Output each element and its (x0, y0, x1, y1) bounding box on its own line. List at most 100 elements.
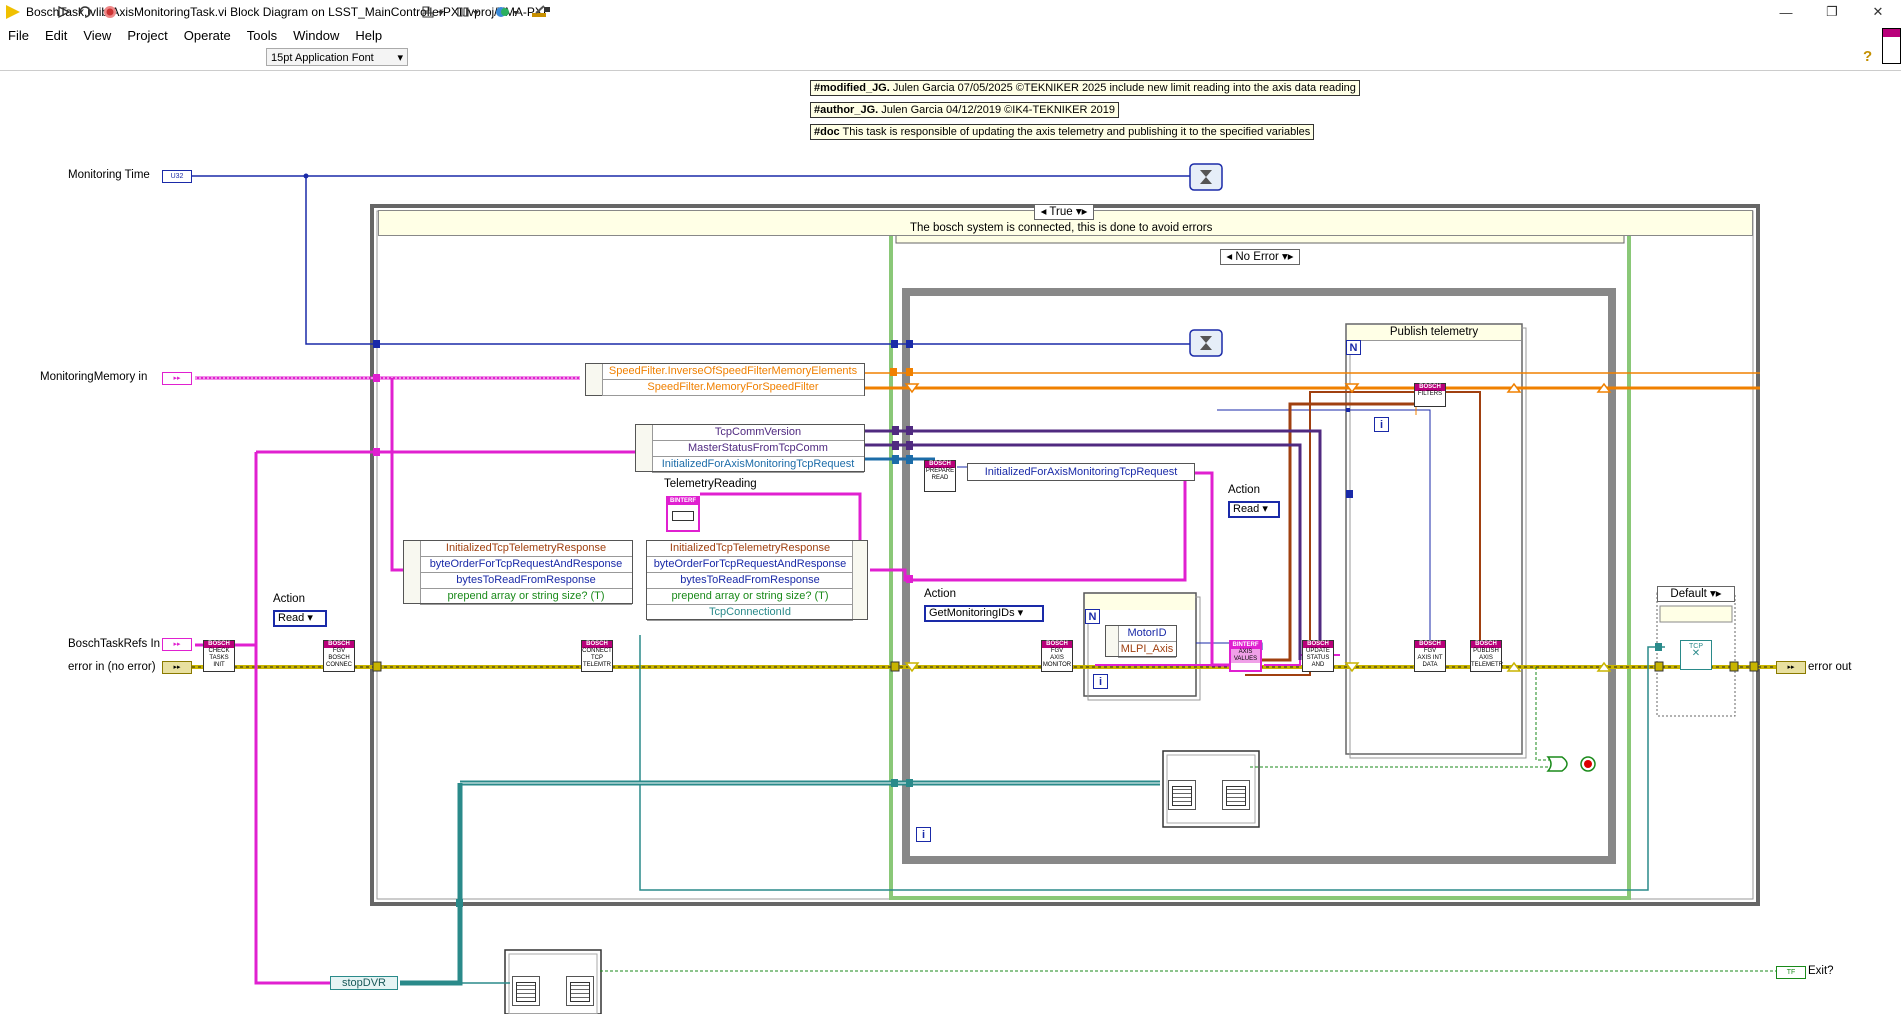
right-bundle-by-name[interactable]: InitializedTcpTelemetryResponse byteOrde… (646, 540, 868, 621)
left-byte-order[interactable]: byteOrderForTcpRequestAndResponse (420, 557, 632, 573)
reorder-icon[interactable] (493, 3, 521, 21)
left-init-tcp-response[interactable]: InitializedTcpTelemetryResponse (420, 541, 632, 557)
or-gate-icon[interactable] (1546, 756, 1568, 772)
fgv-bosch-connect-subvi[interactable]: BOSCH FGV BOSCH CONNEC (323, 640, 355, 672)
action2-value: Read (1233, 503, 1260, 515)
check-tasks-init-subvi[interactable]: BOSCH CHECK TASKS INIT (203, 640, 235, 672)
dvr-read-icon-outer[interactable] (512, 976, 540, 1006)
axis-values-subvi[interactable]: BINTERF AXIS VALUES (1229, 640, 1262, 672)
exit-terminal[interactable]: TF (1776, 966, 1806, 979)
left-bundle-by-name[interactable]: InitializedTcpTelemetryResponse byteOrde… (403, 540, 633, 605)
restore-button[interactable]: ❐ (1809, 0, 1855, 24)
right-byte-order[interactable]: byteOrderForTcpRequestAndResponse (647, 557, 853, 573)
chevron-down-icon: ▾ (397, 52, 403, 64)
menu-project[interactable]: Project (119, 28, 175, 43)
motor-unbundle[interactable]: MotorID MLPI_Axis (1105, 625, 1177, 658)
comment-modified[interactable]: #modified_JG. Julen Garcia 07/05/2025 ©T… (810, 80, 1360, 96)
init-request-field[interactable]: InitializedForAxisMonitoringTcpRequest (968, 464, 1194, 480)
right-prepend-size[interactable]: prepend array or string size? (T) (647, 589, 853, 605)
bosch-task-refs-terminal[interactable]: ▸▸ (162, 638, 192, 651)
menu-operate[interactable]: Operate (176, 28, 239, 43)
speed-filter-memory[interactable]: SpeedFilter.MemoryForSpeedFilter (602, 380, 864, 396)
comment-author[interactable]: #author_JG. Julen Garcia 04/12/2019 ©IK4… (810, 102, 1119, 118)
monitoring-time-terminal[interactable]: U32 (162, 170, 192, 183)
mlpi-axis-field[interactable]: MLPI_Axis (1118, 642, 1176, 658)
dvr-write-icon[interactable] (1222, 780, 1250, 810)
menu-file[interactable]: File (0, 28, 37, 43)
run-continuous-icon[interactable] (76, 3, 94, 21)
error-out-terminal[interactable]: ▸▸ (1776, 661, 1806, 674)
vi-icon-header (1883, 29, 1900, 37)
subvi-line: FILTERS (1417, 391, 1443, 397)
run-arrow-icon[interactable] (56, 3, 72, 21)
subvi-line: CHECK (208, 648, 230, 654)
filters-subvi[interactable]: BOSCH FILTERS (1414, 383, 1446, 407)
telemetry-reading-constant[interactable]: BINTERF (666, 496, 700, 532)
wait-ms-icon[interactable] (1189, 329, 1223, 357)
cleanup-icon[interactable] (529, 3, 553, 21)
align-icon[interactable] (420, 3, 446, 21)
stop-dvr-node[interactable]: stopDVR (330, 976, 398, 990)
unbundle-input-icon (586, 364, 603, 395)
init-request-bundle[interactable]: InitializedForAxisMonitoringTcpRequest (967, 463, 1195, 481)
help-icon[interactable]: ? (1863, 48, 1872, 65)
action2-enum[interactable]: Read ▾ (1228, 501, 1280, 518)
right-bytes-to-read[interactable]: bytesToReadFromResponse (647, 573, 853, 589)
publish-loop-count-n[interactable]: N (1346, 340, 1361, 355)
subvi-line: PREPARE (925, 468, 955, 474)
menu-window[interactable]: Window (285, 28, 347, 43)
fgv-axis-data-subvi[interactable]: BOSCH FGV AXIS INT DATA (1414, 640, 1446, 672)
right-init-tcp-response[interactable]: InitializedTcpTelemetryResponse (647, 541, 853, 557)
connect-tcp-telemetry-subvi[interactable]: BOSCH CONNECT TCP TELEMTR (581, 640, 613, 672)
while-loop-iteration-i[interactable]: i (916, 827, 931, 842)
right-case-selector-value: Default (1670, 588, 1707, 600)
wait-ms-icon[interactable] (1189, 163, 1223, 191)
left-bytes-to-read[interactable]: bytesToReadFromResponse (420, 573, 632, 589)
left-prepend-size[interactable]: prepend array or string size? (T) (420, 589, 632, 605)
subvi-line: TELEMTR (582, 662, 611, 668)
prepare-read-subvi[interactable]: BOSCH PREPARE READ (924, 460, 956, 492)
cluster-icon (672, 511, 694, 521)
outer-case-selector[interactable]: ◂ True ▾▸ (1034, 204, 1094, 220)
motor-loop-count-n[interactable]: N (1085, 609, 1100, 624)
initialized-monitoring-request[interactable]: InitializedForAxisMonitoringTcpRequest (652, 457, 864, 473)
tcp-close-subvi[interactable]: TCP ✕ (1680, 640, 1712, 670)
abort-icon[interactable] (102, 3, 118, 21)
menu-view[interactable]: View (75, 28, 119, 43)
comment-doc[interactable]: #doc This task is responsible of updatin… (810, 124, 1315, 140)
minimize-button[interactable]: — (1763, 0, 1809, 24)
menu-tools[interactable]: Tools (239, 28, 285, 43)
font-selector[interactable]: 15pt Application Font ▾ (266, 48, 408, 66)
speed-filter-unbundle[interactable]: SpeedFilter.InverseOfSpeedFilterMemoryEl… (585, 363, 865, 396)
tcp-comm-version[interactable]: TcpCommVersion (652, 425, 864, 441)
speed-filter-inverse[interactable]: SpeedFilter.InverseOfSpeedFilterMemoryEl… (602, 364, 864, 380)
distribute-icon[interactable] (455, 3, 481, 21)
menu-help[interactable]: Help (347, 28, 390, 43)
motor-id-field[interactable]: MotorID (1118, 626, 1176, 642)
subvi-line: TCP (591, 655, 603, 661)
inner-case-selector[interactable]: ◂ No Error ▾▸ (1220, 249, 1300, 265)
update-status-subvi[interactable]: BOSCH UPDATE STATUS AND (1302, 640, 1334, 672)
tcp-unbundle[interactable]: TcpCommVersion MasterStatusFromTcpComm I… (635, 424, 865, 473)
publish-axis-telemetry-subvi[interactable]: BOSCH PUBLISH AXIS TELEMETR (1470, 640, 1503, 672)
action1-enum[interactable]: Read ▾ (273, 610, 327, 627)
motor-loop-iteration-i[interactable]: i (1093, 674, 1108, 689)
subvi-line: DATA (1422, 662, 1438, 668)
vi-connector-icon[interactable] (1882, 28, 1901, 64)
monitoring-memory-terminal[interactable]: ▸▸ (162, 372, 192, 385)
binterf-header: BINTERF (668, 498, 698, 505)
dvr-grid-icon (1172, 786, 1192, 806)
dvr-grid-icon (516, 982, 536, 1002)
dvr-write-icon-outer[interactable] (566, 976, 594, 1006)
error-in-terminal[interactable]: ▸▸ (162, 661, 192, 674)
action3-enum[interactable]: GetMonitoringIDs ▾ (924, 605, 1044, 622)
close-button[interactable]: ✕ (1855, 0, 1901, 24)
subvi-line: READ (931, 475, 949, 481)
fgv-axis-monitor-subvi[interactable]: BOSCH FGV AXIS MONITOR (1041, 640, 1073, 672)
menu-edit[interactable]: Edit (37, 28, 75, 43)
right-tcp-connection-id[interactable]: TcpConnectionId (647, 605, 853, 621)
right-case-selector[interactable]: Default ▾▸ (1657, 586, 1735, 602)
master-status[interactable]: MasterStatusFromTcpComm (652, 441, 864, 457)
dvr-read-icon[interactable] (1168, 780, 1196, 810)
publish-loop-iteration-i[interactable]: i (1374, 417, 1389, 432)
